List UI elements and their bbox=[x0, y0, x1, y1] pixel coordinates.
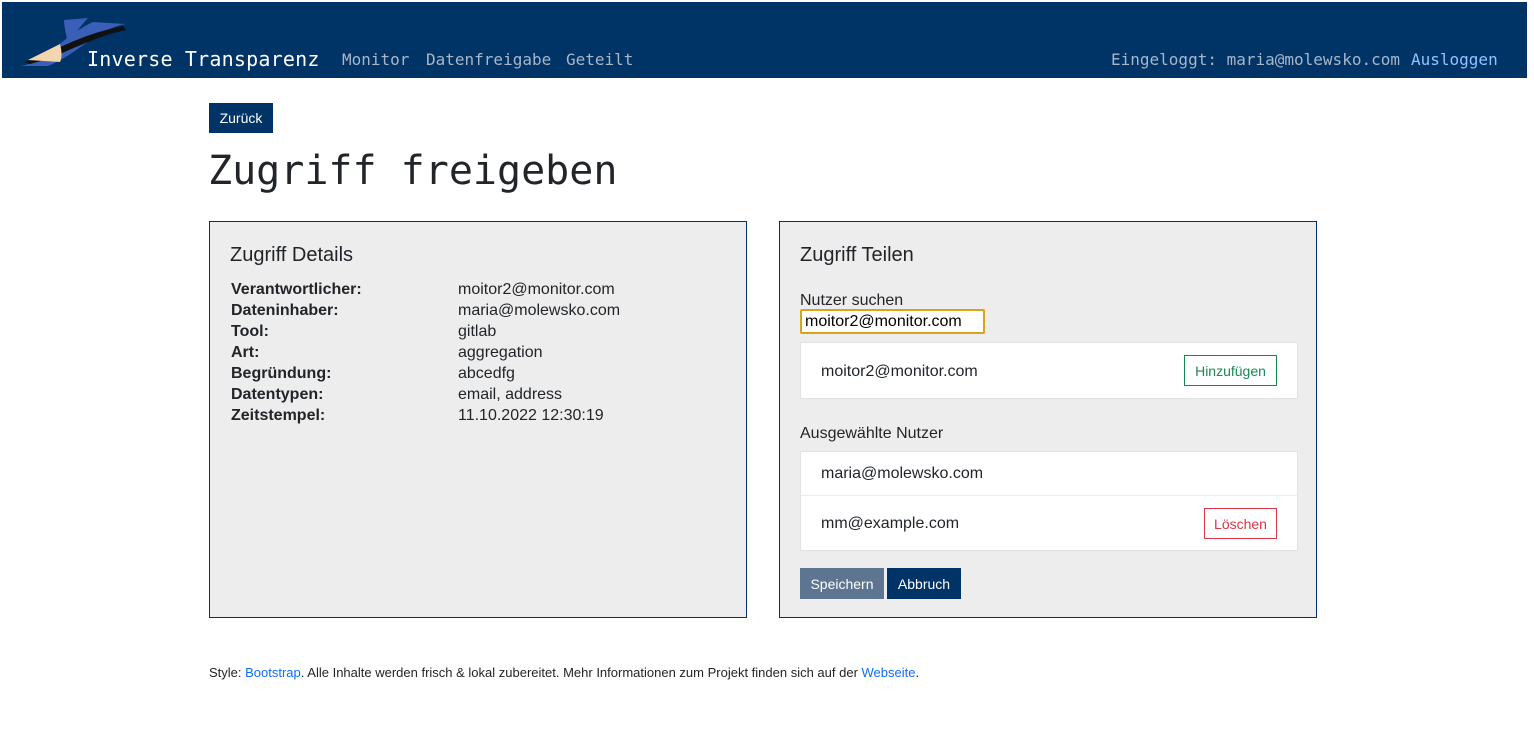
detail-key: Verantwortlicher: bbox=[231, 281, 362, 298]
share-title: Zugriff Teilen bbox=[800, 244, 914, 266]
detail-key: Art: bbox=[231, 344, 260, 361]
nav-link-monitor[interactable]: Monitor bbox=[342, 50, 409, 69]
bootstrap-link[interactable]: Bootstrap bbox=[245, 665, 301, 680]
detail-value: maria@molewsko.com bbox=[458, 302, 621, 319]
detail-key: Zeitstempel: bbox=[231, 407, 326, 424]
detail-value: 11.10.2022 12:30:19 bbox=[458, 407, 604, 424]
brand-title[interactable]: Inverse Transparenz bbox=[87, 47, 320, 71]
detail-key: Tool: bbox=[231, 323, 269, 340]
footer-prefix: Style: bbox=[209, 665, 246, 680]
add-user-button[interactable]: Hinzufügen bbox=[1184, 355, 1277, 386]
details-title: Zugriff Details bbox=[230, 244, 354, 266]
share-access-card: Zugriff Teilen Nutzer suchen moitor2@mon… bbox=[779, 221, 1317, 618]
website-link[interactable]: Webseite bbox=[862, 665, 916, 680]
search-label: Nutzer suchen bbox=[800, 292, 904, 309]
logout-link[interactable]: Ausloggen bbox=[1411, 50, 1498, 69]
footer-text: . Alle Inhalte werden frisch & lokal zub… bbox=[300, 665, 862, 680]
search-result-email: moitor2@monitor.com bbox=[821, 363, 978, 380]
page-title: Zugriff freigeben bbox=[208, 148, 618, 194]
nav-link-datenfreigabe[interactable]: Datenfreigabe bbox=[426, 50, 551, 69]
delete-user-button[interactable]: Löschen bbox=[1204, 508, 1277, 539]
detail-key: Datentypen: bbox=[231, 386, 324, 403]
footer-suffix: . bbox=[915, 665, 920, 680]
detail-value: aggregation bbox=[458, 344, 543, 361]
detail-value: gitlab bbox=[458, 323, 497, 340]
detail-value: moitor2@monitor.com bbox=[458, 281, 615, 298]
footer: Style: Bootstrap. Alle Inhalte werden fr… bbox=[209, 665, 919, 680]
detail-value: email, address bbox=[458, 386, 563, 403]
access-details-card: Zugriff Details Verantwortlicher: moitor… bbox=[209, 221, 747, 618]
nav-link-geteilt[interactable]: Geteilt bbox=[566, 50, 633, 69]
save-button[interactable]: Speichern bbox=[800, 568, 884, 599]
selected-user-email: mm@example.com bbox=[821, 515, 960, 532]
selected-user-item: maria@molewsko.com bbox=[800, 451, 1298, 496]
detail-key: Begründung: bbox=[231, 365, 332, 382]
cancel-button[interactable]: Abbruch bbox=[887, 568, 961, 599]
back-button[interactable]: Zurück bbox=[209, 103, 273, 133]
selected-users-label: Ausgewählte Nutzer bbox=[800, 425, 944, 442]
selected-user-email: maria@molewsko.com bbox=[821, 465, 984, 482]
search-result-item: moitor2@monitor.com Hinzufügen bbox=[800, 342, 1298, 399]
user-search-input[interactable] bbox=[800, 309, 985, 334]
logged-in-text: Eingeloggt: maria@molewsko.com bbox=[1111, 50, 1400, 69]
detail-value: abcedfg bbox=[458, 365, 515, 382]
detail-key: Dateninhaber: bbox=[231, 302, 339, 319]
selected-user-item: mm@example.com Löschen bbox=[800, 495, 1298, 551]
navbar: Inverse Transparenz Monitor Datenfreigab… bbox=[2, 2, 1527, 78]
